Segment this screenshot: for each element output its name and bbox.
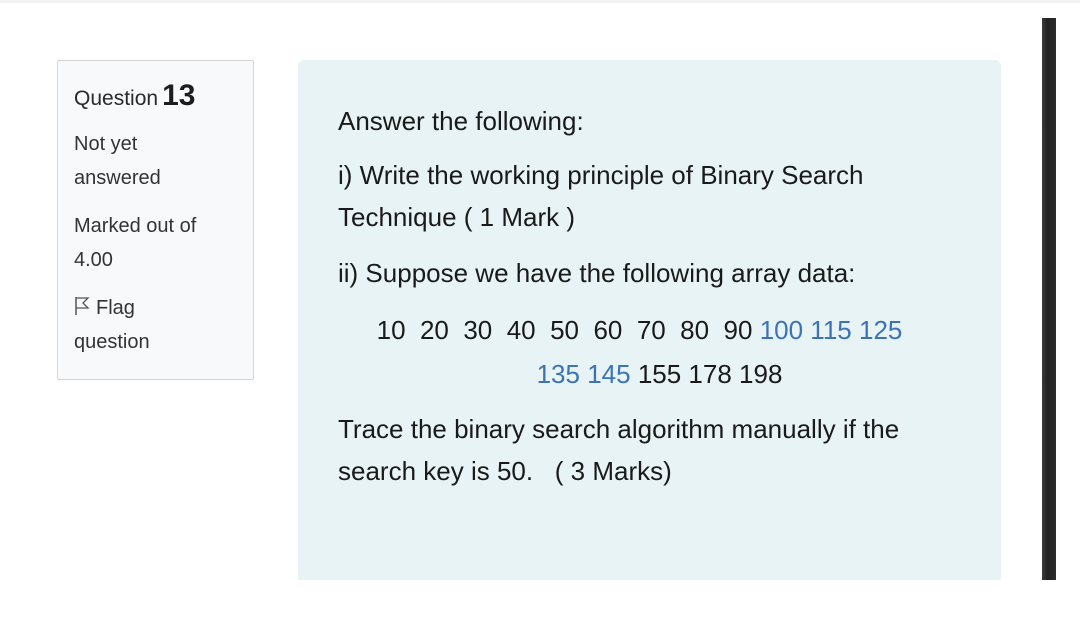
array-line-2: 135 145 155 178 198 — [338, 352, 941, 396]
array-values-black-2: 155 178 198 — [637, 359, 783, 389]
flag-question-link[interactable]: Flag question — [74, 291, 184, 359]
flag-icon — [75, 297, 90, 315]
screen-edge — [1042, 18, 1056, 580]
question-part-1: i) Write the working principle of Binary… — [338, 160, 864, 232]
array-data: 10 20 30 40 50 60 70 80 90 100 115 125 1… — [338, 308, 971, 396]
question-state: Not yet answered — [74, 133, 161, 189]
quiz-page: Question 13 Not yet answered Marked out o… — [0, 0, 1080, 620]
question-number-heading: Question 13 — [74, 79, 237, 113]
array-values-blue-1: 100 115 125 — [759, 315, 903, 345]
array-values-blue-2: 135 145 — [536, 359, 631, 389]
question-intro: Answer the following: — [338, 106, 584, 136]
question-grade: Marked out of 4.00 — [74, 215, 197, 271]
top-divider — [0, 0, 1080, 3]
question-number: 13 — [162, 79, 196, 112]
question-info-panel: Question 13 Not yet answered Marked out o… — [57, 60, 254, 380]
question-part-2: ii) Suppose we have the following array … — [338, 258, 856, 288]
question-label: Question — [74, 87, 159, 110]
array-values-black-1: 10 20 30 40 50 60 70 80 90 — [376, 315, 753, 345]
question-part-3: Trace the binary search algorithm manual… — [338, 414, 907, 486]
question-content: Answer the following: i) Write the worki… — [298, 60, 1001, 580]
